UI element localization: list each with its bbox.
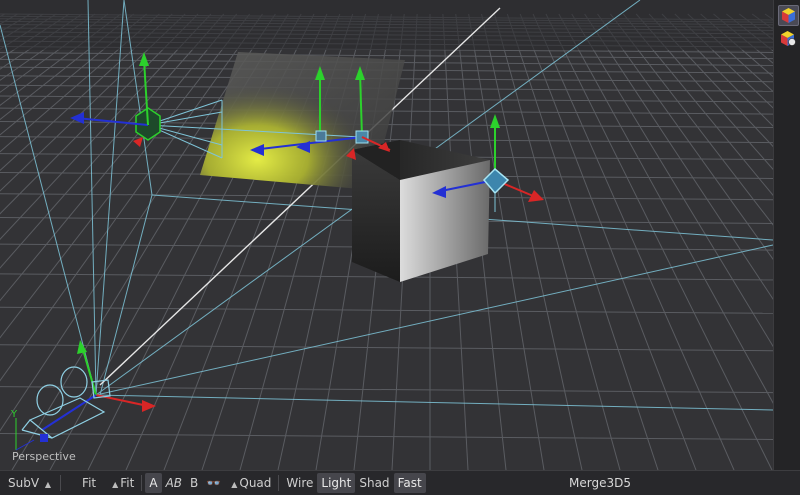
grid-line (571, 13, 773, 348)
3d-viewport[interactable]: Y Perspective (0, 0, 773, 470)
subview-dropdown[interactable]: SubV ▲ (4, 473, 57, 493)
grid-line (713, 13, 773, 64)
grid-line (0, 306, 773, 314)
fit-dropdown[interactable]: ▲ Fit (106, 473, 138, 493)
grid-line (648, 13, 773, 148)
grid-line (0, 13, 122, 106)
grid-line (532, 13, 735, 470)
grid-line (726, 13, 773, 52)
chevron-up-icon: ▲ (231, 480, 238, 489)
fast-toggle[interactable]: Fast (393, 473, 426, 493)
separator (278, 475, 280, 491)
viewed-node-label: Merge3D5 (569, 476, 631, 490)
cube-3d-icon[interactable] (778, 5, 799, 26)
quad-dropdown[interactable]: ▲ Quad (225, 473, 275, 493)
grid-line (519, 13, 697, 470)
separator (141, 475, 143, 491)
grid-line (622, 13, 773, 196)
buffer-ab-button[interactable]: AB (162, 473, 186, 493)
grid-line (0, 136, 773, 144)
grid-line (661, 13, 773, 127)
viewport-perspective-label: Perspective (12, 450, 76, 463)
quad-label: Quad (239, 476, 272, 490)
stereo-glasses-icon[interactable]: 👓 (202, 473, 225, 493)
axis-y-label: Y (10, 409, 18, 420)
light-toggle[interactable]: Light (317, 473, 356, 493)
cube-object[interactable] (352, 140, 490, 282)
shadow-toggle[interactable]: Shad (355, 473, 393, 493)
grid-line (0, 13, 83, 70)
chevron-up-icon: ▲ (44, 480, 52, 489)
grid-line (738, 13, 773, 41)
separator (60, 475, 62, 491)
buffer-b-button[interactable]: B (186, 473, 202, 493)
grid-line (635, 13, 773, 171)
sphere-3d-icon[interactable] (778, 29, 797, 48)
viewport-toolbar: SubV ▲ Fit ▲ Fit A AB B 👓 ▲ Quad Wire Ligh… (0, 470, 800, 495)
grid-line (610, 13, 773, 226)
grid-line (506, 13, 659, 470)
wire-toggle[interactable]: Wire (282, 473, 317, 493)
grid-line (545, 13, 773, 470)
grid-line (700, 13, 773, 78)
grid-line (0, 386, 773, 394)
grid-line (558, 13, 773, 404)
grid-line (0, 13, 70, 60)
fit-dropdown-label: Fit (120, 476, 135, 490)
grid-line (0, 13, 212, 241)
subview-label: SubV (8, 476, 40, 490)
buffer-a-button[interactable]: A (145, 473, 162, 493)
grid-line (493, 13, 621, 470)
viewport-scene: Y (0, 0, 773, 470)
grid-line (481, 13, 583, 470)
viewport-side-panel (773, 0, 800, 470)
chevron-up-icon: ▲ (112, 480, 119, 489)
fit-button[interactable]: Fit (78, 473, 100, 493)
grid-line (674, 13, 773, 109)
grid-line (0, 433, 773, 440)
camera-gizmo[interactable] (21, 340, 156, 442)
grid-line (0, 13, 5, 18)
